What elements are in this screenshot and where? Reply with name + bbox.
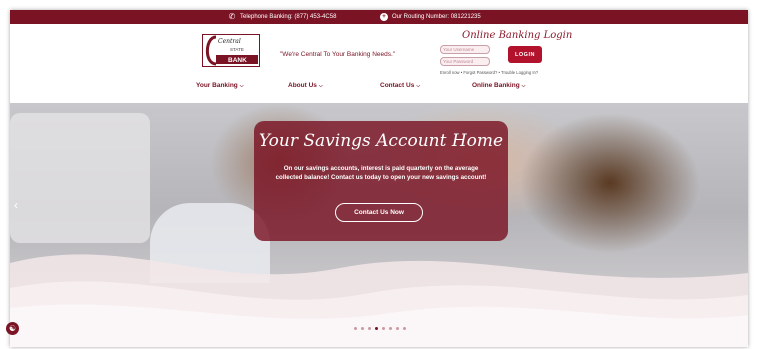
accessibility-icon[interactable]: ☯: [6, 322, 19, 335]
slide-dot[interactable]: [382, 327, 385, 330]
nav-contact-us[interactable]: Contact Us ⌵: [380, 82, 420, 89]
nav-label: Your Banking: [196, 82, 238, 89]
hero-title: Your Savings Account Home: [258, 131, 504, 151]
login-title: Online Banking Login: [462, 30, 573, 41]
slide-dot[interactable]: [396, 327, 399, 330]
slide-dot[interactable]: [361, 327, 364, 330]
main-nav: Your Banking ⌵ About Us ⌵ Contact Us ⌵ O…: [10, 80, 748, 94]
phone-banking[interactable]: ✆ Telephone Banking: (877) 453-4C58: [228, 10, 337, 24]
top-bar: ✆ Telephone Banking: (877) 453-4C58 + Ou…: [10, 10, 748, 24]
slide-dot[interactable]: [368, 327, 371, 330]
bank-logo[interactable]: Central STATE BANK: [202, 34, 260, 67]
password-field[interactable]: Your Password: [440, 57, 490, 66]
nav-about-us[interactable]: About Us ⌵: [288, 82, 323, 89]
contact-us-now-button[interactable]: Contact Us Now: [335, 203, 423, 222]
page: ✆ Telephone Banking: (877) 453-4C58 + Ou…: [10, 10, 748, 347]
phone-icon: ✆: [228, 12, 236, 21]
tagline: "We're Central To Your Banking Needs.": [280, 51, 396, 58]
slide-dot[interactable]: [403, 327, 406, 330]
chevron-down-icon: ⌵: [318, 82, 323, 89]
slide-dots: [354, 327, 406, 330]
chevron-left-icon[interactable]: ‹: [14, 198, 18, 212]
chevron-down-icon: ⌵: [416, 82, 421, 89]
hero-card: Your Savings Account Home On our savings…: [254, 121, 508, 241]
chevron-down-icon: ⌵: [521, 82, 526, 89]
nav-label: Online Banking: [472, 82, 520, 89]
nav-your-banking[interactable]: Your Banking ⌵: [196, 82, 244, 89]
login-button[interactable]: LOGIN: [508, 46, 542, 63]
nav-label: About Us: [288, 82, 317, 89]
hero-slider: ‹ Your Savings Account Home On our savin…: [10, 103, 748, 347]
logo-line2: STATE: [230, 47, 244, 52]
logo-line1: Central: [218, 38, 241, 45]
hero-text: On our savings accounts, interest is pai…: [275, 165, 487, 181]
slide-dot[interactable]: [354, 327, 357, 330]
slide-dot[interactable]: [389, 327, 392, 330]
logo-line3: BANK: [228, 57, 247, 64]
nav-online-banking[interactable]: Online Banking ⌵: [472, 82, 525, 89]
slide-dot-active[interactable]: [375, 327, 378, 330]
nav-label: Contact Us: [380, 82, 415, 89]
phone-text: Telephone Banking: (877) 453-4C58: [240, 14, 337, 20]
routing-text: Our Routing Number: 081221235: [392, 14, 481, 20]
chevron-down-icon: ⌵: [239, 82, 244, 89]
login-links[interactable]: Enroll now • Forgot Password? • Trouble …: [440, 70, 538, 75]
routing-number: + Our Routing Number: 081221235: [380, 10, 481, 24]
username-field[interactable]: Your Username: [440, 45, 490, 54]
plus-circle-icon: +: [380, 13, 388, 21]
